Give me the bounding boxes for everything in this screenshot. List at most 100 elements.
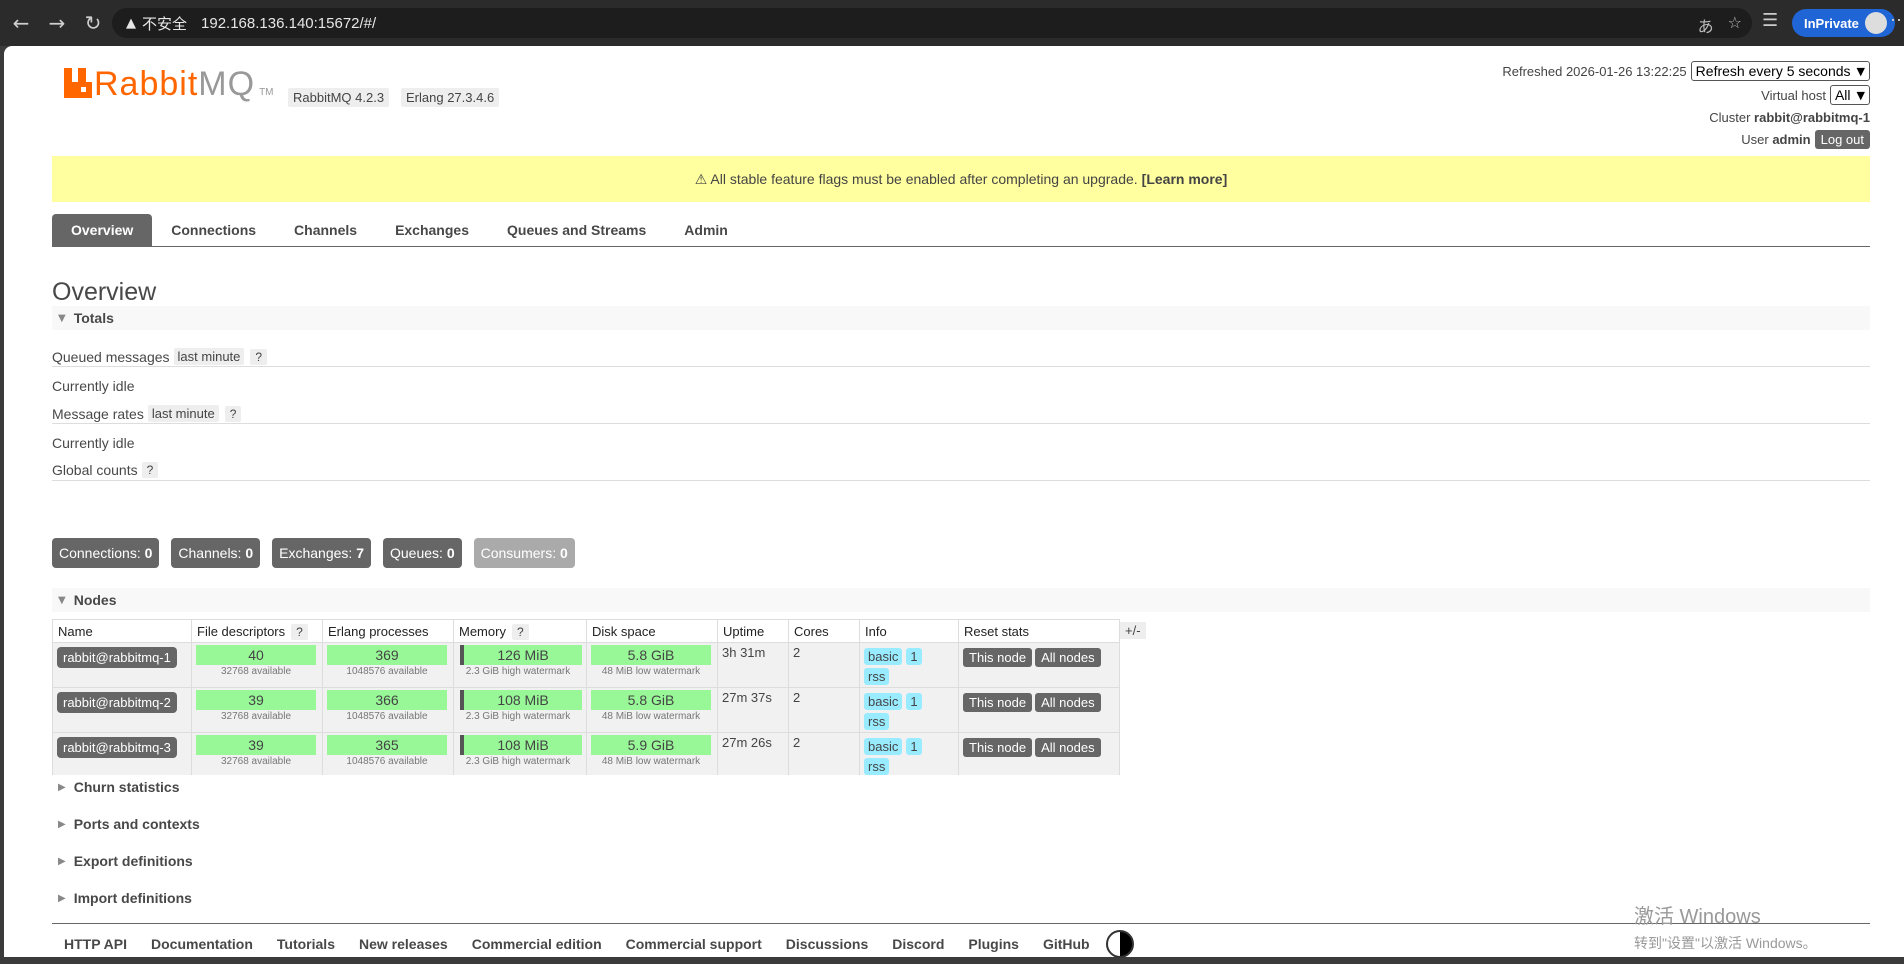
translate-icon[interactable]: あ [1698, 13, 1714, 37]
column-header: Name [52, 619, 192, 643]
help-icon[interactable]: ? [291, 623, 308, 640]
reset-this-node-button[interactable]: This node [963, 738, 1033, 757]
watermark-title: 激活 Windows [1634, 906, 1761, 928]
toggle-columns-button[interactable]: +/- [1120, 622, 1146, 639]
node-name-link[interactable]: rabbit@rabbitmq-1 [57, 647, 177, 668]
queues-count[interactable]: Queues: 0 [383, 538, 462, 568]
nodes-section-header[interactable]: ▼ Nodes [52, 588, 1870, 612]
contrast-toggle-icon[interactable] [1105, 930, 1134, 958]
churn-statistics-header[interactable]: ▶ Churn statistics [52, 775, 1870, 799]
feature-flags-banner: ⚠ All stable feature flags must be enabl… [52, 156, 1870, 202]
triangle-right-icon: ▶ [58, 818, 66, 830]
reset-all-nodes-button[interactable]: All nodes [1035, 693, 1101, 712]
global-counts-row: Global counts ? [52, 462, 159, 478]
disk-watermark: 48 MiB low watermark [601, 711, 701, 722]
disk-watermark: 48 MiB low watermark [601, 666, 701, 677]
footer-link-github[interactable]: GitHub [1031, 936, 1102, 952]
help-icon[interactable]: ? [511, 623, 529, 640]
column-header: Erlang processes [322, 619, 454, 643]
message-rates-row: Message rates last minute ? [52, 405, 242, 422]
tab-overview[interactable]: Overview [52, 214, 153, 246]
erlang-version: Erlang 27.3.4.6 [401, 88, 500, 107]
footer-link-http-api[interactable]: HTTP API [52, 936, 139, 952]
node-name-link[interactable]: rabbit@rabbitmq-2 [57, 692, 177, 713]
fd-available: 32768 available [220, 666, 292, 677]
footer-link-discussions[interactable]: Discussions [774, 936, 880, 952]
info-tag: basic [864, 738, 903, 755]
column-header: Memory? [453, 619, 587, 643]
cores-cell: 2 [788, 687, 860, 733]
totals-section-header[interactable]: ▼ Totals [52, 306, 1870, 330]
cluster-name: rabbit@rabbitmq-1 [1754, 109, 1870, 125]
help-icon[interactable]: ? [141, 462, 159, 478]
footer-link-tutorials[interactable]: Tutorials [265, 936, 347, 952]
exchanges-count[interactable]: Exchanges: 7 [272, 538, 371, 568]
column-header: Uptime [717, 619, 789, 643]
reload-icon[interactable]: ↻ [78, 8, 108, 38]
star-icon[interactable]: ☆ [1728, 13, 1742, 37]
footer-link-commercial-support[interactable]: Commercial support [614, 936, 774, 952]
channels-count[interactable]: Channels: 0 [171, 538, 261, 568]
tab-exchanges[interactable]: Exchanges [376, 214, 488, 246]
cluster-label: Cluster [1709, 109, 1751, 125]
footer-link-documentation[interactable]: Documentation [139, 936, 265, 952]
watermark-subtitle: 转到"设置"以激活 Windows。 [1634, 935, 1817, 951]
queued-messages-row: Queued messages last minute ? [52, 348, 268, 365]
banner-text: ⚠ All stable feature flags must be enabl… [694, 170, 1138, 187]
info-tag: basic [864, 693, 903, 710]
disk-watermark: 48 MiB low watermark [601, 756, 701, 767]
more-icon[interactable]: ⋯ [1890, 10, 1904, 31]
consumers-count: Consumers: 0 [473, 538, 575, 568]
footer-link-discord[interactable]: Discord [880, 936, 956, 952]
rabbitmq-logo-icon [64, 68, 92, 100]
footer-link-plugins[interactable]: Plugins [956, 936, 1031, 952]
logout-button[interactable]: Log out [1814, 129, 1870, 149]
cores-cell: 2 [788, 732, 860, 778]
address-bar[interactable]: ▲ 不安全 192.168.136.140:15672/#/ あ ☆ [112, 8, 1752, 38]
tab-connections[interactable]: Connections [152, 214, 275, 246]
info-tag: 1 [906, 648, 922, 665]
learn-more-link[interactable]: [Learn more] [1142, 171, 1228, 187]
chevron-down-icon: ▼ [1856, 64, 1865, 78]
connections-count[interactable]: Connections: 0 [52, 538, 160, 568]
fd-bar: 40 [196, 645, 316, 665]
back-icon[interactable]: ← [6, 8, 36, 38]
reset-this-node-button[interactable]: This node [963, 693, 1033, 712]
forward-icon[interactable]: → [42, 8, 72, 38]
reset-all-nodes-button[interactable]: All nodes [1035, 738, 1101, 757]
help-icon[interactable]: ? [224, 405, 242, 422]
node-name-link[interactable]: rabbit@rabbitmq-3 [57, 737, 177, 758]
tab-admin[interactable]: Admin [665, 214, 747, 246]
queued-range-select[interactable]: last minute [173, 348, 245, 365]
rates-range-select[interactable]: last minute [147, 405, 219, 422]
nodes-table: Name File descriptors? Erlang processes … [52, 619, 1120, 778]
reset-all-nodes-button[interactable]: All nodes [1035, 648, 1101, 667]
help-icon[interactable]: ? [250, 348, 268, 365]
refresh-select[interactable]: Refresh every 5 seconds ▼ [1690, 61, 1870, 81]
footer-link-new-releases[interactable]: New releases [347, 936, 460, 952]
ports-and-contexts-header[interactable]: ▶ Ports and contexts [52, 812, 1870, 836]
uptime-cell: 3h 31m [717, 642, 789, 688]
triangle-right-icon: ▶ [58, 855, 66, 867]
table-row: rabbit@rabbitmq-1 40 32768 available 369 1… [52, 642, 1120, 688]
footer-link-commercial-edition[interactable]: Commercial edition [460, 936, 614, 952]
refreshed-label: Refreshed 2026-01-26 13:22:25 [1502, 63, 1687, 79]
info-tag: 1 [906, 693, 922, 710]
rabbitmq-logo[interactable]: RabbitMQ TM [64, 67, 274, 101]
inprivate-badge[interactable]: InPrivate [1792, 9, 1895, 37]
reset-this-node-button[interactable]: This node [963, 648, 1033, 667]
tab-channels[interactable]: Channels [275, 214, 376, 246]
favorites-icon[interactable]: ☰ [1762, 10, 1778, 31]
info-tag: rss [864, 758, 890, 775]
tab-queues-and-streams[interactable]: Queues and Streams [488, 214, 665, 246]
chevron-down-icon: ▼ [1856, 88, 1865, 102]
url-text[interactable]: 192.168.136.140:15672/#/ [201, 15, 376, 32]
memory-watermark: 2.3 GiB high watermark [465, 756, 571, 767]
export-definitions-header[interactable]: ▶ Export definitions [52, 849, 1870, 873]
import-definitions-header[interactable]: ▶ Import definitions [52, 886, 1870, 910]
fd-available: 32768 available [220, 756, 292, 767]
memory-watermark: 2.3 GiB high watermark [465, 666, 571, 677]
virtual-host-select[interactable]: All ▼ [1829, 85, 1870, 105]
footer: HTTP API Documentation Tutorials New rel… [52, 923, 1870, 964]
avatar [1864, 12, 1887, 34]
